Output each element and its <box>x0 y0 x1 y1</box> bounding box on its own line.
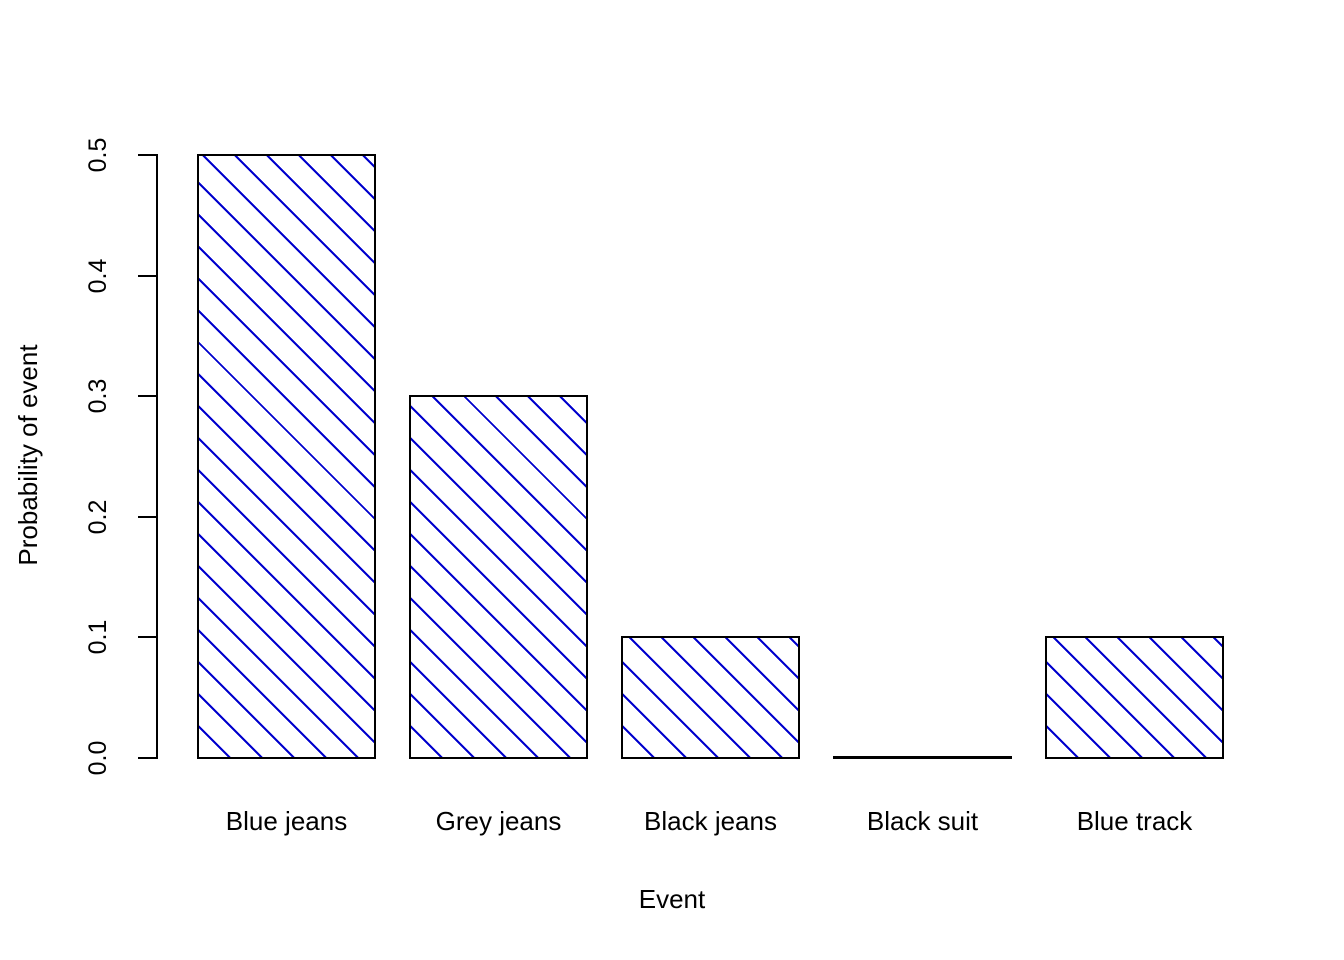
x-axis-label-blue-track: Blue track <box>1076 806 1193 836</box>
y-axis-tick-0 <box>138 757 157 759</box>
y-axis-title: Probability of event <box>13 344 43 566</box>
x-axis-label-black-suit: Black suit <box>866 806 979 836</box>
bar-black-jeans[interactable] <box>621 636 800 759</box>
y-axis-tick-3 <box>138 395 157 397</box>
x-axis-label-grey-jeans: Grey jeans <box>435 806 562 836</box>
x-axis-label-blue-jeans: Blue jeans <box>225 806 348 836</box>
bar-blue-track[interactable] <box>1045 636 1224 759</box>
y-axis-tick-1 <box>138 636 157 638</box>
y-axis-tick-label-5: 0.5 <box>84 137 112 173</box>
x-axis-label-black-jeans: Black jeans <box>644 806 777 836</box>
y-axis-tick-label-1: 0.1 <box>84 619 112 655</box>
y-axis-tick-2 <box>138 516 157 518</box>
y-axis-line <box>156 154 158 759</box>
y-axis-tick-label-0: 0.0 <box>84 740 112 776</box>
y-axis-tick-label-2: 0.2 <box>84 499 112 535</box>
bar-black-suit[interactable] <box>833 756 1012 759</box>
bar-grey-jeans[interactable] <box>409 395 588 759</box>
y-axis-tick-4 <box>138 275 157 277</box>
bar-chart-canvas: Probability of event 0.0 0.1 0.2 0.3 0.4… <box>0 0 1344 960</box>
y-axis-tick-label-3: 0.3 <box>84 378 112 414</box>
y-axis-tick-label-4: 0.4 <box>84 258 112 294</box>
y-axis-tick-5 <box>138 154 157 156</box>
bar-blue-jeans[interactable] <box>197 154 376 759</box>
x-axis-title: Event <box>638 884 706 914</box>
